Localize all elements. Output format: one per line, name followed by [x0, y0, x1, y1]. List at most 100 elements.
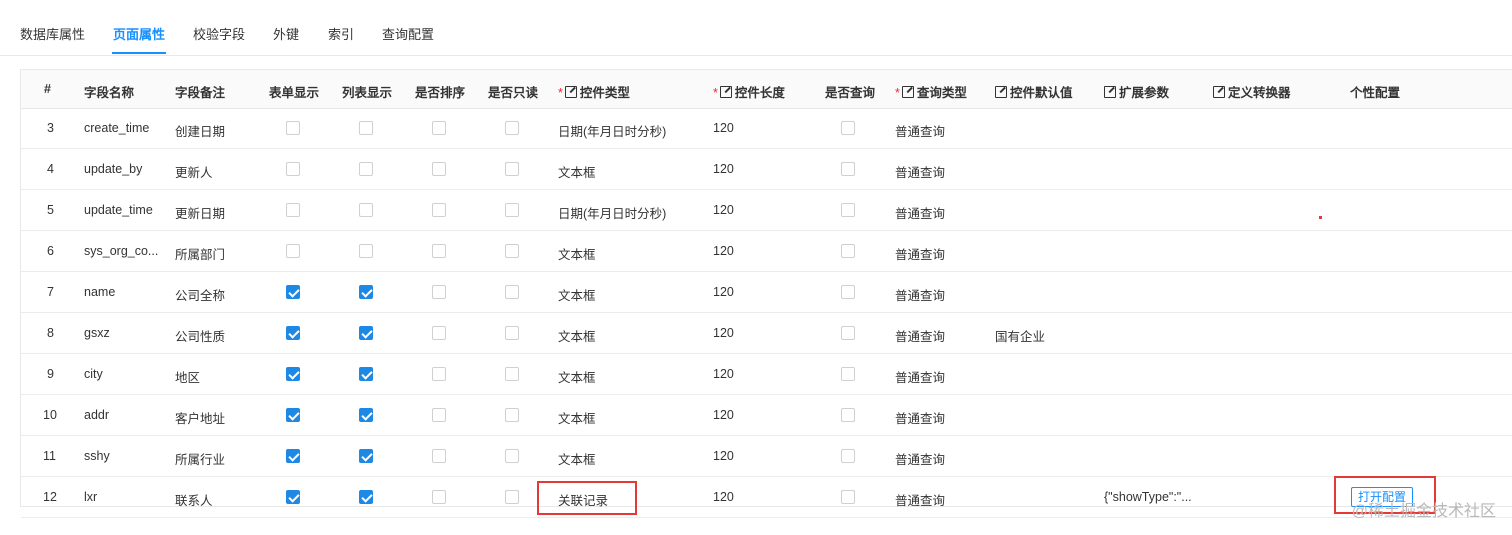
- active-tab-indicator: [112, 52, 166, 54]
- readonly-checkbox[interactable]: [505, 203, 519, 217]
- queryable-checkbox[interactable]: [841, 162, 855, 176]
- row-index: 8: [47, 326, 54, 340]
- field-name-cell: update_by: [84, 162, 143, 176]
- queryable-checkbox[interactable]: [841, 285, 855, 299]
- queryable-checkbox[interactable]: [841, 449, 855, 463]
- field-name-cell: gsxz: [84, 326, 110, 340]
- query-type-cell[interactable]: 普通查询: [895, 490, 945, 509]
- tab-foreign-keys[interactable]: 外键: [273, 24, 299, 43]
- control-length-cell[interactable]: 120: [713, 203, 734, 217]
- form-show-checkbox[interactable]: [286, 203, 300, 217]
- readonly-checkbox[interactable]: [505, 490, 519, 504]
- header-control-length: * 控件长度: [713, 86, 785, 100]
- control-type-cell[interactable]: 日期(年月日时分秒): [558, 203, 666, 222]
- tab-validation-fields[interactable]: 校验字段: [193, 24, 245, 43]
- query-type-cell[interactable]: 普通查询: [895, 244, 945, 263]
- queryable-checkbox[interactable]: [841, 326, 855, 340]
- sortable-checkbox[interactable]: [432, 326, 446, 340]
- control-type-cell[interactable]: 文本框: [558, 285, 596, 304]
- sortable-checkbox[interactable]: [432, 408, 446, 422]
- control-length-cell[interactable]: 120: [713, 244, 734, 258]
- form-show-checkbox[interactable]: [286, 244, 300, 258]
- queryable-checkbox[interactable]: [841, 408, 855, 422]
- list-show-checkbox[interactable]: [359, 203, 373, 217]
- list-show-checkbox[interactable]: [359, 490, 373, 504]
- table-row: 10 addr 客户地址 文本框 120 普通查询: [21, 395, 1512, 436]
- form-show-checkbox[interactable]: [286, 408, 300, 422]
- tab-indexes[interactable]: 索引: [328, 24, 354, 43]
- queryable-checkbox[interactable]: [841, 490, 855, 504]
- control-type-cell[interactable]: 文本框: [558, 449, 596, 468]
- form-show-checkbox[interactable]: [286, 285, 300, 299]
- list-show-checkbox[interactable]: [359, 367, 373, 381]
- control-type-cell[interactable]: 文本框: [558, 326, 596, 345]
- table-row: 7 name 公司全称 文本框 120 普通查询: [21, 272, 1512, 313]
- sortable-checkbox[interactable]: [432, 285, 446, 299]
- readonly-checkbox[interactable]: [505, 367, 519, 381]
- list-show-checkbox[interactable]: [359, 244, 373, 258]
- header-queryable: 是否查询: [825, 86, 876, 100]
- readonly-checkbox[interactable]: [505, 121, 519, 135]
- tab-page-properties[interactable]: 页面属性: [113, 24, 165, 43]
- control-type-cell[interactable]: 日期(年月日时分秒): [558, 121, 666, 140]
- form-show-checkbox[interactable]: [286, 121, 300, 135]
- query-type-cell[interactable]: 普通查询: [895, 367, 945, 386]
- sortable-checkbox[interactable]: [432, 203, 446, 217]
- readonly-checkbox[interactable]: [505, 162, 519, 176]
- list-show-checkbox[interactable]: [359, 121, 373, 135]
- table-body: 3 create_time 创建日期 日期(年月日时分秒) 120 普通查询 4 update…: [21, 108, 1512, 518]
- query-type-cell[interactable]: 普通查询: [895, 326, 945, 345]
- query-type-cell[interactable]: 普通查询: [895, 285, 945, 304]
- query-type-cell[interactable]: 普通查询: [895, 449, 945, 468]
- control-length-cell[interactable]: 120: [713, 326, 734, 340]
- sortable-checkbox[interactable]: [432, 490, 446, 504]
- control-type-cell[interactable]: 文本框: [558, 162, 596, 181]
- edit-icon: [901, 86, 914, 98]
- list-show-checkbox[interactable]: [359, 162, 373, 176]
- control-length-cell[interactable]: 120: [713, 285, 734, 299]
- sortable-checkbox[interactable]: [432, 244, 446, 258]
- queryable-checkbox[interactable]: [841, 203, 855, 217]
- form-show-checkbox[interactable]: [286, 326, 300, 340]
- query-type-cell[interactable]: 普通查询: [895, 121, 945, 140]
- header-index: #: [44, 82, 51, 96]
- query-type-cell[interactable]: 普通查询: [895, 162, 945, 181]
- control-length-cell[interactable]: 120: [713, 367, 734, 381]
- query-type-cell[interactable]: 普通查询: [895, 408, 945, 427]
- form-show-checkbox[interactable]: [286, 367, 300, 381]
- sortable-checkbox[interactable]: [432, 449, 446, 463]
- control-length-cell[interactable]: 120: [713, 408, 734, 422]
- control-type-cell[interactable]: 文本框: [558, 408, 596, 427]
- control-type-cell[interactable]: 文本框: [558, 244, 596, 263]
- table-row: 5 update_time 更新日期 日期(年月日时分秒) 120 普通查询: [21, 190, 1512, 231]
- list-show-checkbox[interactable]: [359, 285, 373, 299]
- readonly-checkbox[interactable]: [505, 285, 519, 299]
- queryable-checkbox[interactable]: [841, 244, 855, 258]
- control-length-cell[interactable]: 120: [713, 162, 734, 176]
- queryable-checkbox[interactable]: [841, 121, 855, 135]
- readonly-checkbox[interactable]: [505, 408, 519, 422]
- readonly-checkbox[interactable]: [505, 326, 519, 340]
- control-length-cell[interactable]: 120: [713, 121, 734, 135]
- list-show-checkbox[interactable]: [359, 408, 373, 422]
- readonly-checkbox[interactable]: [505, 449, 519, 463]
- default-value-cell[interactable]: 国有企业: [995, 326, 1045, 345]
- query-type-cell[interactable]: 普通查询: [895, 203, 945, 222]
- control-length-cell[interactable]: 120: [713, 490, 734, 504]
- sortable-checkbox[interactable]: [432, 121, 446, 135]
- list-show-checkbox[interactable]: [359, 449, 373, 463]
- sortable-checkbox[interactable]: [432, 162, 446, 176]
- control-length-cell[interactable]: 120: [713, 449, 734, 463]
- queryable-checkbox[interactable]: [841, 367, 855, 381]
- field-remark-cell: 创建日期: [175, 125, 226, 139]
- ext-params-cell[interactable]: {"showType":"...: [1104, 490, 1192, 504]
- sortable-checkbox[interactable]: [432, 367, 446, 381]
- form-show-checkbox[interactable]: [286, 162, 300, 176]
- readonly-checkbox[interactable]: [505, 244, 519, 258]
- control-type-cell[interactable]: 文本框: [558, 367, 596, 386]
- tab-query-config[interactable]: 查询配置: [382, 24, 434, 43]
- form-show-checkbox[interactable]: [286, 449, 300, 463]
- form-show-checkbox[interactable]: [286, 490, 300, 504]
- tab-database-properties[interactable]: 数据库属性: [20, 24, 85, 43]
- list-show-checkbox[interactable]: [359, 326, 373, 340]
